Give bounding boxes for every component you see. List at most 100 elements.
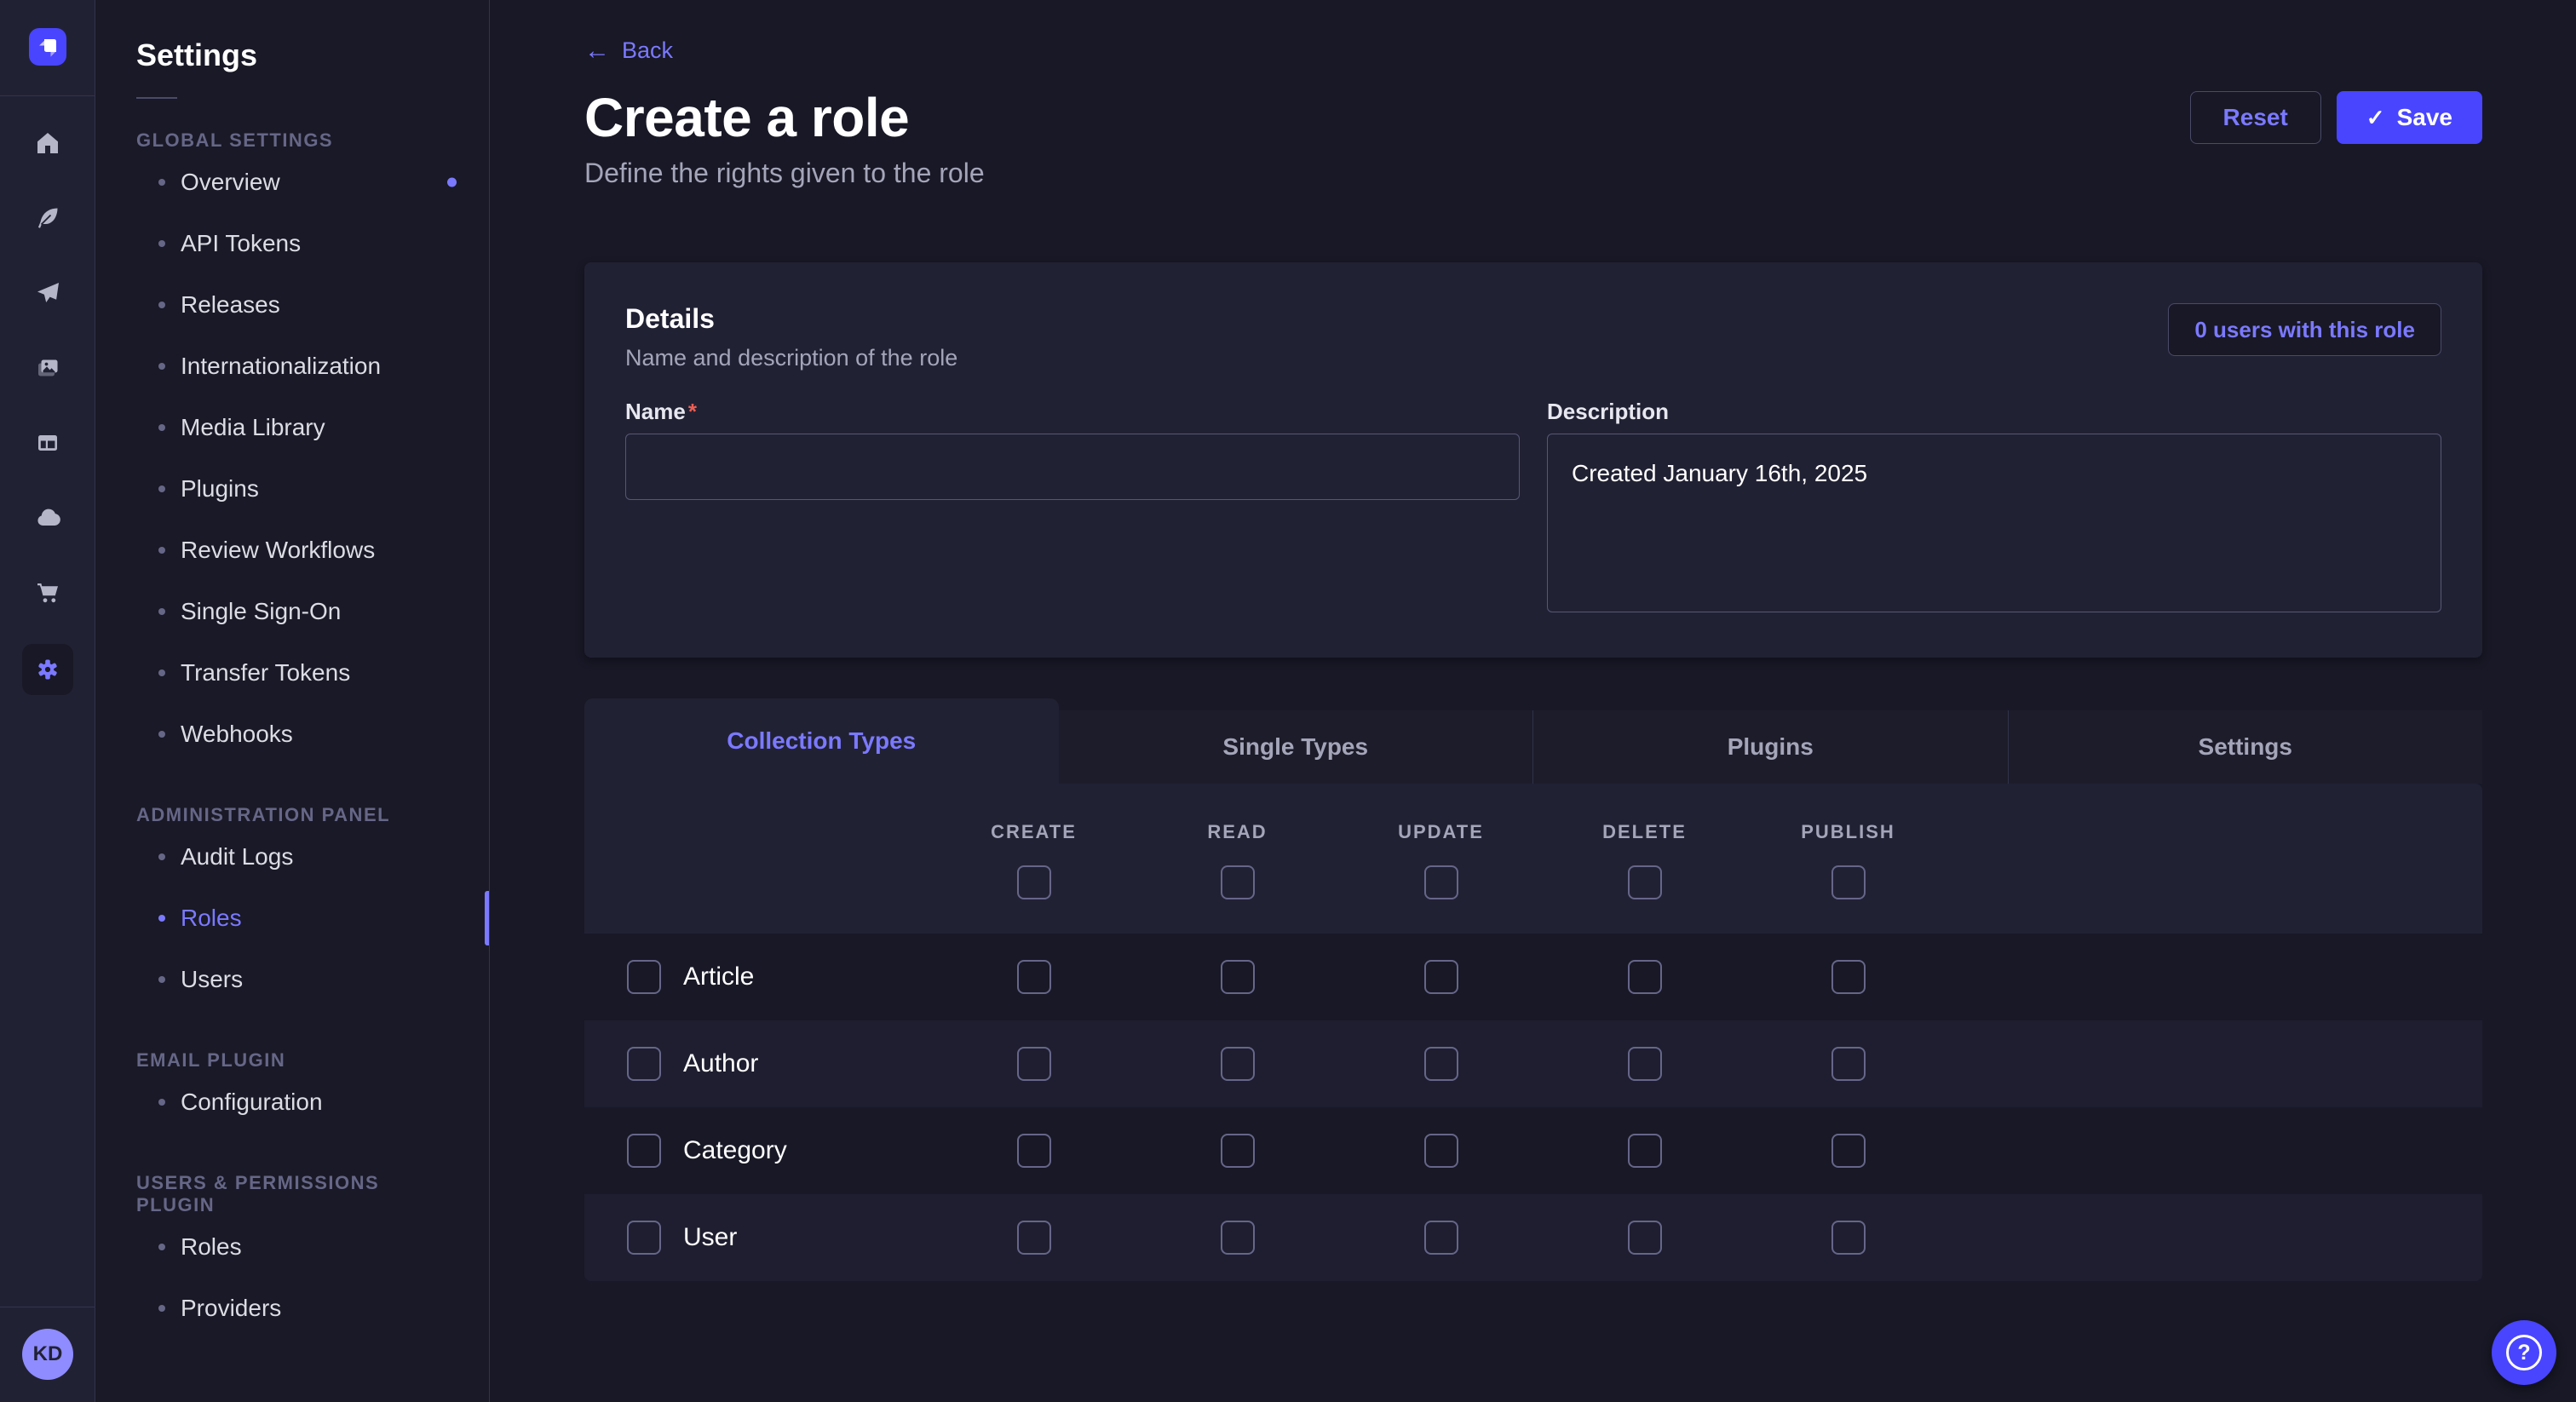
check-icon: ✓ <box>2366 106 2385 129</box>
row-select-checkbox[interactable] <box>627 1047 661 1081</box>
author-publish-checkbox[interactable] <box>1831 1047 1866 1081</box>
feather-icon[interactable] <box>24 194 72 242</box>
article-delete-checkbox[interactable] <box>1628 960 1662 994</box>
article-publish-checkbox[interactable] <box>1831 960 1866 994</box>
pictures-icon[interactable] <box>24 344 72 392</box>
description-field-group: Description Created January 16th, 2025 <box>1547 399 2441 617</box>
help-button[interactable]: ? <box>2492 1320 2556 1385</box>
section-label-global-settings: GLOBAL SETTINGS <box>136 129 448 152</box>
sidebar-item-api-tokens[interactable]: API Tokens <box>95 213 489 274</box>
description-textarea[interactable]: Created January 16th, 2025 <box>1547 434 2441 612</box>
author-delete-checkbox[interactable] <box>1628 1047 1662 1081</box>
sidebar-item-releases[interactable]: Releases <box>95 274 489 336</box>
column-header-delete: DELETE <box>1543 821 1746 843</box>
category-publish-checkbox[interactable] <box>1831 1134 1866 1168</box>
save-button[interactable]: ✓ Save <box>2337 91 2482 144</box>
author-read-checkbox[interactable] <box>1221 1047 1255 1081</box>
strapi-logo[interactable] <box>29 28 66 66</box>
section-label-email-plugin: EMAIL PLUGIN <box>136 1049 448 1072</box>
user-delete-checkbox[interactable] <box>1628 1221 1662 1255</box>
tab-collection-types[interactable]: Collection Types <box>584 698 1059 784</box>
category-create-checkbox[interactable] <box>1017 1134 1051 1168</box>
select-all-update-checkbox[interactable] <box>1424 865 1458 899</box>
select-all-delete-checkbox[interactable] <box>1628 865 1662 899</box>
table-row-article: Article <box>584 934 2482 1020</box>
bullet-icon <box>158 179 165 186</box>
sidebar-item-overview[interactable]: Overview <box>95 152 489 213</box>
back-arrow-icon: ← <box>584 38 610 64</box>
select-all-create-checkbox[interactable] <box>1017 865 1051 899</box>
sidebar-item-configuration[interactable]: Configuration <box>95 1072 489 1133</box>
user-publish-checkbox[interactable] <box>1831 1221 1866 1255</box>
sidebar-item-plugins[interactable]: Plugins <box>95 458 489 520</box>
main-content: ← Back Create a role Reset ✓ Save Define… <box>491 0 2576 1402</box>
user-update-checkbox[interactable] <box>1424 1221 1458 1255</box>
table-row-category: Category <box>584 1107 2482 1194</box>
notification-dot <box>447 178 457 187</box>
user-create-checkbox[interactable] <box>1017 1221 1051 1255</box>
sidebar-item-audit-logs[interactable]: Audit Logs <box>95 826 489 888</box>
subnav-title: Settings <box>95 0 489 73</box>
bullet-icon <box>158 486 165 492</box>
avatar[interactable]: KD <box>22 1329 73 1380</box>
select-all-publish-checkbox[interactable] <box>1831 865 1866 899</box>
name-input[interactable] <box>625 434 1520 500</box>
settings-subnav: Settings GLOBAL SETTINGS Overview API To… <box>95 0 490 1402</box>
required-asterisk: * <box>688 399 697 424</box>
details-title: Details <box>625 303 957 335</box>
sidebar-item-media-library[interactable]: Media Library <box>95 397 489 458</box>
permissions-table: CREATE READ UPDATE DELETE PUBLISH Articl <box>584 784 2482 1281</box>
gear-icon[interactable] <box>22 644 73 695</box>
sidebar-item-review-workflows[interactable]: Review Workflows <box>95 520 489 581</box>
tab-settings[interactable]: Settings <box>2008 710 2483 784</box>
author-update-checkbox[interactable] <box>1424 1047 1458 1081</box>
category-update-checkbox[interactable] <box>1424 1134 1458 1168</box>
bullet-icon <box>158 1099 165 1106</box>
sidebar-item-roles-admin[interactable]: Roles <box>95 888 489 949</box>
row-select-checkbox[interactable] <box>627 1221 661 1255</box>
reset-button[interactable]: Reset <box>2190 91 2321 144</box>
users-with-role-button[interactable]: 0 users with this role <box>2168 303 2441 356</box>
column-header-update: UPDATE <box>1339 821 1543 843</box>
bullet-icon <box>158 731 165 738</box>
home-icon[interactable] <box>24 119 72 167</box>
row-select-checkbox[interactable] <box>627 1134 661 1168</box>
tab-plugins[interactable]: Plugins <box>1532 710 2008 784</box>
section-label-administration-panel: ADMINISTRATION PANEL <box>136 804 448 826</box>
article-create-checkbox[interactable] <box>1017 960 1051 994</box>
article-read-checkbox[interactable] <box>1221 960 1255 994</box>
sidebar-item-internationalization[interactable]: Internationalization <box>95 336 489 397</box>
name-field-group: Name* <box>625 399 1520 617</box>
author-create-checkbox[interactable] <box>1017 1047 1051 1081</box>
bullet-icon <box>158 853 165 860</box>
tab-single-types[interactable]: Single Types <box>1059 710 1533 784</box>
bullet-icon <box>158 1305 165 1312</box>
select-all-read-checkbox[interactable] <box>1221 865 1255 899</box>
bullet-icon <box>158 976 165 983</box>
row-select-checkbox[interactable] <box>627 960 661 994</box>
back-link[interactable]: ← Back <box>584 37 673 64</box>
paper-plane-icon[interactable] <box>24 269 72 317</box>
cart-icon[interactable] <box>24 569 72 617</box>
category-delete-checkbox[interactable] <box>1628 1134 1662 1168</box>
sidebar-item-providers[interactable]: Providers <box>95 1278 489 1339</box>
sidebar-item-roles-up[interactable]: Roles <box>95 1216 489 1278</box>
page-subtitle: Define the rights given to the role <box>584 158 2482 189</box>
category-read-checkbox[interactable] <box>1221 1134 1255 1168</box>
sidebar-item-webhooks[interactable]: Webhooks <box>95 704 489 765</box>
active-item-indicator <box>485 891 489 945</box>
details-subtitle: Name and description of the role <box>625 345 957 371</box>
permissions-table-header: CREATE READ UPDATE DELETE PUBLISH <box>584 784 2482 934</box>
cloud-icon[interactable] <box>24 494 72 542</box>
bullet-icon <box>158 302 165 308</box>
layout-icon[interactable] <box>24 419 72 467</box>
article-update-checkbox[interactable] <box>1424 960 1458 994</box>
sidebar-item-single-sign-on[interactable]: Single Sign-On <box>95 581 489 642</box>
table-row-user: User <box>584 1194 2482 1281</box>
sidebar-item-transfer-tokens[interactable]: Transfer Tokens <box>95 642 489 704</box>
bullet-icon <box>158 547 165 554</box>
sidebar-item-users[interactable]: Users <box>95 949 489 1010</box>
main-nav-rail: KD <box>0 0 95 1402</box>
column-header-create: CREATE <box>932 821 1136 843</box>
user-read-checkbox[interactable] <box>1221 1221 1255 1255</box>
